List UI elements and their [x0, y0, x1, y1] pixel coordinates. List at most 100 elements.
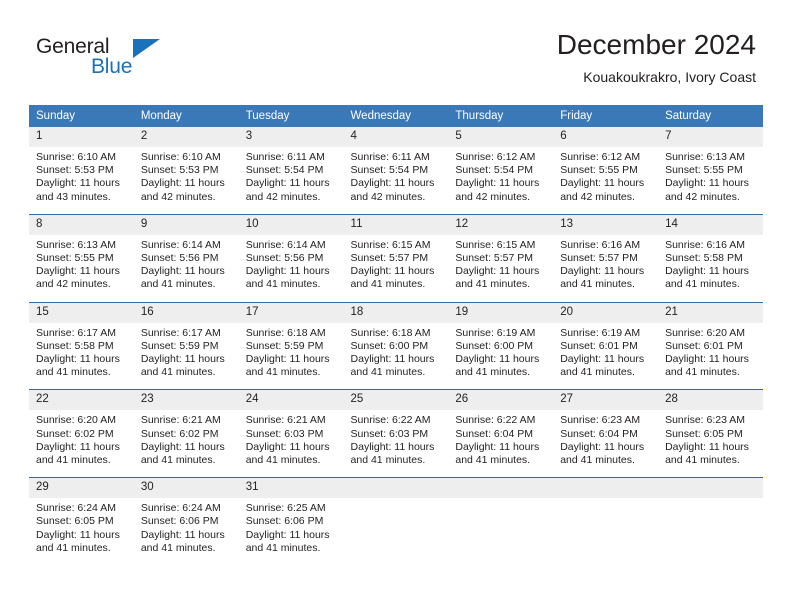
sunrise-text: Sunrise: 6:24 AM: [36, 502, 116, 515]
day-details: Sunrise: 6:14 AM Sunset: 5:56 PM Dayligh…: [134, 235, 239, 302]
daylight-text-line2: and 42 minutes.: [140, 190, 216, 203]
daylight-text-line2: and 41 minutes.: [455, 366, 531, 379]
day-cell[interactable]: 27 Sunrise: 6:23 AM Sunset: 6:04 PM Dayl…: [553, 389, 659, 478]
day-cell[interactable]: 30 Sunrise: 6:24 AM Sunset: 6:06 PM Dayl…: [133, 477, 239, 566]
sunrise-text: Sunrise: 6:11 AM: [245, 151, 325, 163]
daylight-text-line2: and 41 minutes.: [245, 278, 321, 291]
sunrise-text: Sunrise: 6:11 AM: [350, 151, 430, 163]
day-cell[interactable]: 9 Sunrise: 6:14 AM Sunset: 5:56 PM Dayli…: [133, 213, 239, 303]
day-details: Sunrise: 6:15 AM Sunset: 5:57 PM Dayligh…: [448, 235, 553, 302]
week-row: 29 Sunrise: 6:24 AM Sunset: 6:05 PM Dayl…: [29, 477, 763, 566]
day-cell[interactable]: 12 Sunrise: 6:15 AM Sunset: 5:57 PM Dayl…: [448, 213, 554, 303]
week-row: 8 Sunrise: 6:13 AM Sunset: 5:55 PM Dayli…: [29, 213, 763, 303]
daylight-text-line1: Daylight: 11 hours: [140, 265, 225, 278]
daylight-text-line1: Daylight: 11 hours: [245, 353, 330, 366]
day-number: 30: [133, 478, 239, 499]
sunset-text: Sunset: 5:53 PM: [140, 164, 219, 177]
day-cell[interactable]: 7 Sunrise: 6:13 AM Sunset: 5:55 PM Dayli…: [658, 127, 763, 214]
day-cell[interactable]: 17 Sunrise: 6:18 AM Sunset: 5:59 PM Dayl…: [238, 301, 344, 390]
page-header: General Blue December 2024 Kouakoukrakro…: [0, 0, 792, 96]
day-number: 11: [343, 214, 449, 235]
sunrise-text: Sunrise: 6:22 AM: [455, 414, 536, 427]
day-cell[interactable]: 14 Sunrise: 6:16 AM Sunset: 5:58 PM Dayl…: [658, 213, 763, 303]
sunset-text: Sunset: 6:06 PM: [140, 515, 219, 528]
day-cell[interactable]: 16 Sunrise: 6:17 AM Sunset: 5:59 PM Dayl…: [133, 301, 239, 390]
day-number: 2: [133, 127, 239, 147]
day-number: 16: [133, 302, 239, 323]
sunset-text: Sunset: 6:00 PM: [455, 339, 534, 352]
day-cell[interactable]: 25 Sunrise: 6:22 AM Sunset: 6:03 PM Dayl…: [343, 389, 449, 478]
daylight-text-line2: and 42 minutes.: [455, 190, 531, 203]
sunrise-text: Sunrise: 6:19 AM: [455, 326, 536, 339]
daylight-text-line1: Daylight: 11 hours: [560, 353, 645, 366]
day-details: Sunrise: 6:17 AM Sunset: 5:58 PM Dayligh…: [29, 323, 134, 390]
day-cell[interactable]: 3 Sunrise: 6:11 AM Sunset: 5:54 PM Dayli…: [238, 127, 344, 214]
day-number: 21: [658, 302, 763, 323]
daylight-text-line2: and 41 minutes.: [36, 454, 111, 467]
sunset-text: Sunset: 6:05 PM: [665, 427, 743, 440]
day-details: Sunrise: 6:23 AM Sunset: 6:05 PM Dayligh…: [658, 410, 763, 477]
sunset-text: Sunset: 5:54 PM: [455, 164, 534, 177]
daylight-text-line1: Daylight: 11 hours: [350, 265, 435, 278]
sunset-text: Sunset: 5:54 PM: [350, 164, 429, 177]
sunset-text: Sunset: 5:55 PM: [665, 164, 743, 177]
day-number: 3: [238, 127, 344, 147]
daylight-text-line1: Daylight: 11 hours: [350, 177, 435, 190]
day-number: 12: [448, 214, 554, 235]
day-cell[interactable]: 26 Sunrise: 6:22 AM Sunset: 6:04 PM Dayl…: [448, 389, 554, 478]
sunrise-text: Sunrise: 6:12 AM: [455, 151, 536, 163]
day-cell[interactable]: 5 Sunrise: 6:12 AM Sunset: 5:54 PM Dayli…: [448, 127, 554, 214]
day-cell[interactable]: 10 Sunrise: 6:14 AM Sunset: 5:56 PM Dayl…: [238, 213, 344, 303]
daylight-text-line1: Daylight: 11 hours: [665, 353, 749, 366]
day-details: Sunrise: 6:13 AM Sunset: 5:55 PM Dayligh…: [29, 235, 134, 302]
day-cell[interactable]: 11 Sunrise: 6:15 AM Sunset: 5:57 PM Dayl…: [343, 213, 449, 303]
sunset-text: Sunset: 6:03 PM: [350, 427, 429, 440]
daylight-text-line1: Daylight: 11 hours: [665, 177, 749, 190]
day-cell[interactable]: 28 Sunrise: 6:23 AM Sunset: 6:05 PM Dayl…: [658, 389, 763, 478]
day-details: Sunrise: 6:16 AM Sunset: 5:57 PM Dayligh…: [553, 235, 658, 302]
day-cell[interactable]: 24 Sunrise: 6:21 AM Sunset: 6:03 PM Dayl…: [238, 389, 344, 478]
page-title: December 2024: [556, 29, 756, 60]
day-cell[interactable]: 13 Sunrise: 6:16 AM Sunset: 5:57 PM Dayl…: [553, 213, 659, 303]
day-cell[interactable]: 20 Sunrise: 6:19 AM Sunset: 6:01 PM Dayl…: [553, 301, 659, 390]
daylight-text-line2: and 41 minutes.: [36, 541, 111, 554]
day-number: 29: [29, 478, 134, 499]
sunrise-text: Sunrise: 6:21 AM: [245, 414, 326, 427]
sunrise-text: Sunrise: 6:15 AM: [350, 238, 431, 251]
day-cell[interactable]: 21 Sunrise: 6:20 AM Sunset: 6:01 PM Dayl…: [658, 301, 763, 390]
daylight-text-line2: and 41 minutes.: [245, 366, 321, 379]
sunrise-text: Sunrise: 6:13 AM: [36, 238, 116, 251]
day-cell[interactable]: 22 Sunrise: 6:20 AM Sunset: 6:02 PM Dayl…: [29, 389, 134, 478]
weekday-header-thursday: Thursday: [448, 105, 554, 127]
day-cell[interactable]: 1 Sunrise: 6:10 AM Sunset: 5:53 PM Dayli…: [29, 127, 134, 214]
day-cell[interactable]: 8 Sunrise: 6:13 AM Sunset: 5:55 PM Dayli…: [29, 213, 134, 303]
day-cell[interactable]: 29 Sunrise: 6:24 AM Sunset: 6:05 PM Dayl…: [29, 477, 134, 566]
sunrise-text: Sunrise: 6:15 AM: [455, 238, 536, 251]
daylight-text-line1: Daylight: 11 hours: [560, 440, 645, 453]
sunrise-text: Sunrise: 6:23 AM: [665, 414, 746, 427]
day-cell[interactable]: 6 Sunrise: 6:12 AM Sunset: 5:55 PM Dayli…: [553, 127, 659, 214]
day-cell[interactable]: 4 Sunrise: 6:11 AM Sunset: 5:54 PM Dayli…: [343, 127, 449, 214]
day-cell[interactable]: 23 Sunrise: 6:21 AM Sunset: 6:02 PM Dayl…: [133, 389, 239, 478]
daylight-text-line2: and 41 minutes.: [245, 541, 321, 554]
sunrise-text: Sunrise: 6:18 AM: [245, 326, 326, 339]
general-blue-logo[interactable]: General Blue: [36, 36, 236, 86]
location-subtitle: Kouakoukrakro, Ivory Coast: [583, 69, 756, 85]
day-cell[interactable]: 19 Sunrise: 6:19 AM Sunset: 6:00 PM Dayl…: [448, 301, 554, 390]
sunset-text: Sunset: 5:53 PM: [36, 164, 114, 177]
sunset-text: Sunset: 5:55 PM: [560, 164, 638, 177]
day-number: 27: [553, 390, 659, 411]
daylight-text-line1: Daylight: 11 hours: [350, 353, 435, 366]
day-cell[interactable]: 18 Sunrise: 6:18 AM Sunset: 6:00 PM Dayl…: [343, 301, 449, 390]
day-cell[interactable]: 2 Sunrise: 6:10 AM Sunset: 5:53 PM Dayli…: [133, 127, 239, 214]
day-cell[interactable]: 31 Sunrise: 6:25 AM Sunset: 6:06 PM Dayl…: [238, 477, 344, 566]
day-cell[interactable]: 15 Sunrise: 6:17 AM Sunset: 5:58 PM Dayl…: [29, 301, 134, 390]
sunset-text: Sunset: 6:05 PM: [36, 515, 114, 528]
day-details: Sunrise: 6:21 AM Sunset: 6:02 PM Dayligh…: [134, 410, 239, 477]
day-number: 15: [29, 302, 134, 323]
day-details: Sunrise: 6:10 AM Sunset: 5:53 PM Dayligh…: [134, 147, 239, 214]
sunrise-text: Sunrise: 6:23 AM: [560, 414, 641, 427]
day-details: Sunrise: 6:21 AM Sunset: 6:03 PM Dayligh…: [239, 410, 344, 477]
day-details: Sunrise: 6:13 AM Sunset: 5:55 PM Dayligh…: [658, 147, 763, 214]
day-number: 24: [238, 390, 344, 411]
